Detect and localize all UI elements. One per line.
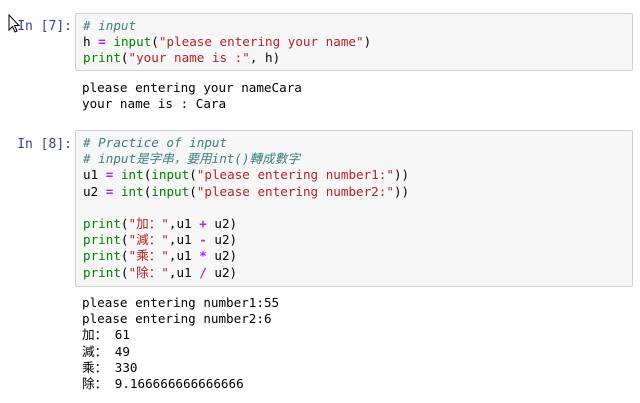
code-token: ,u1 [168,264,200,280]
code-line: print("加：",u1 + u2) [83,216,632,232]
code-token: ( [189,167,197,183]
output-line: 除： 9.166666666666666 [82,375,244,391]
code-token: , h) [249,50,281,66]
cell-output: please entering number1:55 please enteri… [82,295,632,392]
code-input-area[interactable]: # input h = input("please entering your … [75,13,633,71]
code-token: # input [83,18,137,33]
code-token: "please entering number2:" [196,183,394,199]
code-token: )) [393,183,410,199]
code-token: u2) [206,215,238,231]
code-token: = [98,34,106,50]
code-token: ( [120,248,129,264]
cell-prompt: In [7]: [17,19,72,34]
output-line: 減： 49 [82,343,130,359]
code-token: ( [120,264,129,280]
code-line: print("乘：",u1 * u2) [83,248,632,264]
code-token: print [83,215,121,231]
code-token: int [120,183,144,199]
code-token: # Practice of input [83,135,228,150]
output-line: your name is : Cara [82,96,227,112]
code-token: u2 [83,183,106,199]
code-token: input [113,34,152,50]
code-token: + [199,215,207,231]
code-token: ) [363,34,372,50]
output-line: please entering number1:55 [82,295,280,310]
code-token: "除：" [128,264,169,280]
code-token: input [151,167,190,183]
code-token: u2) [206,264,238,280]
code-input-area[interactable]: # Practice of input # input是字串，要用int()轉成… [75,130,633,287]
code-token: ( [120,232,129,248]
code-token: "減：" [128,232,169,248]
code-line: h = input("please entering your name") [83,34,632,50]
code-line: print("減：",u1 - u2) [83,232,632,248]
cell-output: please entering your nameCara your name … [82,80,632,112]
code-token: int [120,167,144,183]
code-line: print("除：",u1 / u2) [83,265,632,281]
code-token: ( [189,183,197,199]
code-token: print [83,232,121,248]
code-line: u1 = int(input("please entering number1:… [83,167,632,183]
output-line: 乘： 330 [82,359,138,375]
code-line: # input [83,18,632,34]
code-token: print [83,248,121,264]
code-line: print("your name is :", h) [83,50,632,66]
code-line: # Practice of input [83,135,632,151]
code-token: "乘：" [128,248,169,264]
code-token: print [83,264,121,280]
code-token: ,u1 [168,215,200,231]
code-token: - [199,232,207,248]
code-token: u2) [206,232,238,248]
code-token: h [83,34,99,50]
code-token: ( [151,34,159,50]
code-token: "加：" [128,215,169,231]
code-token: ,u1 [168,232,200,248]
code-token: "your name is :" [128,50,250,66]
code-token: u2) [206,248,238,264]
output-line: please entering number2:6 [82,311,272,327]
code-token: )) [393,167,410,183]
code-token: "please entering your name" [158,34,364,50]
code-token: # input是字串，要用int()轉成數字 [83,151,300,167]
output-line: please entering your nameCara [82,80,302,95]
cell-prompt: In [8]: [17,137,72,152]
code-token: ,u1 [168,248,200,264]
code-token: "please entering number1:" [196,167,394,183]
code-line: # input是字串，要用int()轉成數字 [83,151,632,167]
code-token: * [199,248,207,264]
code-token: print [83,50,121,66]
code-token: ( [120,215,129,231]
code-token: ( [120,50,129,66]
code-token: input [151,183,190,199]
code-token: / [199,264,207,280]
output-line: 加： 61 [82,327,130,343]
code-line: u2 = int(input("please entering number2:… [83,184,632,200]
code-token: u1 [83,167,106,183]
